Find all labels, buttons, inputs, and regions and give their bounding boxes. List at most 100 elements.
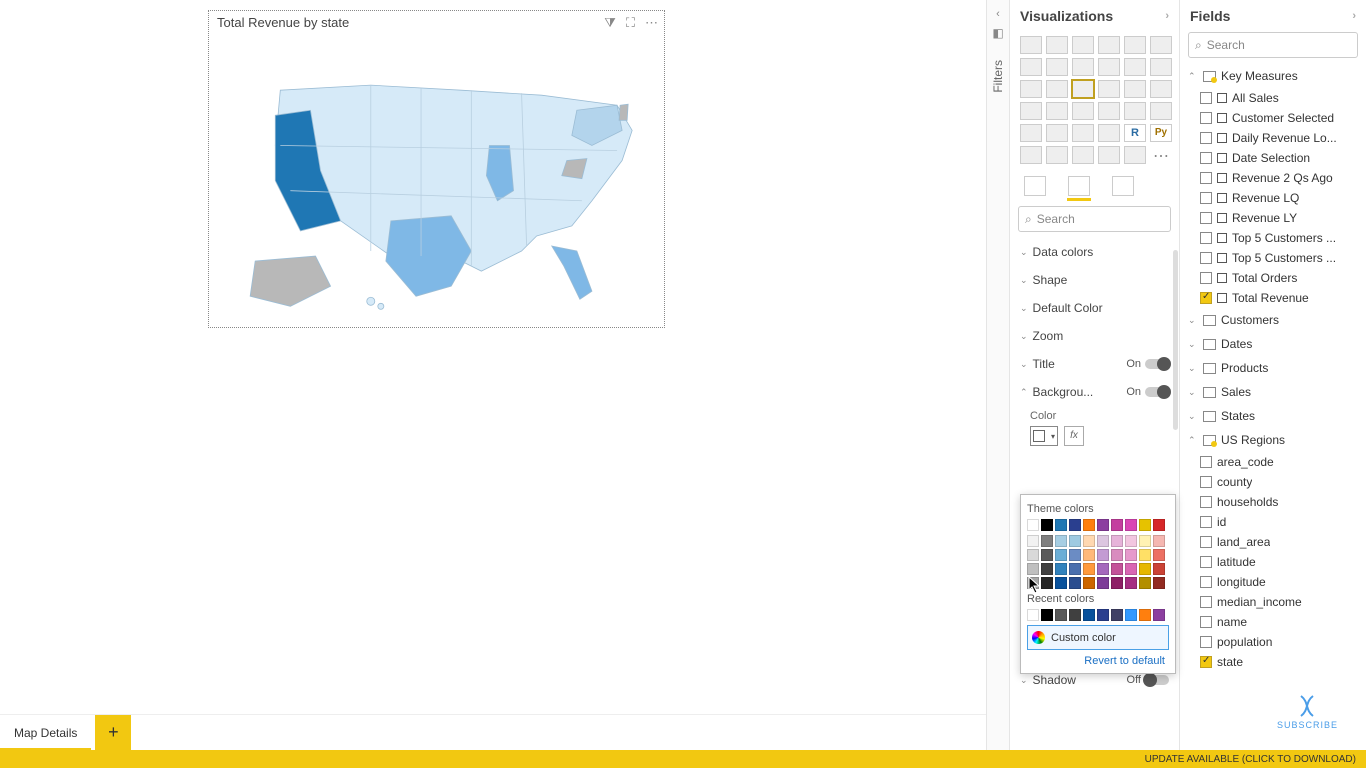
color-swatch[interactable]: [1111, 609, 1123, 621]
section-shape[interactable]: ⌄Shape: [1010, 266, 1179, 294]
analytics-tab-icon[interactable]: [1112, 176, 1134, 196]
checkbox[interactable]: [1200, 556, 1212, 568]
fields-tab-icon[interactable]: [1024, 176, 1046, 196]
chevron-left-icon[interactable]: ‹: [987, 0, 1009, 20]
color-swatch[interactable]: [1139, 563, 1151, 575]
checkbox[interactable]: [1200, 656, 1212, 668]
color-swatch[interactable]: [1153, 609, 1165, 621]
color-swatch[interactable]: [1125, 519, 1137, 531]
section-background[interactable]: ⌃Backgrou... On: [1010, 378, 1179, 406]
focus-icon[interactable]: ⛶: [626, 15, 635, 31]
format-tab-icon[interactable]: [1068, 176, 1090, 196]
color-swatch[interactable]: [1139, 549, 1151, 561]
checkbox[interactable]: [1200, 456, 1212, 468]
color-swatch[interactable]: [1027, 563, 1039, 575]
color-swatch[interactable]: [1069, 577, 1081, 589]
color-swatch[interactable]: [1097, 549, 1109, 561]
color-swatch[interactable]: [1125, 549, 1137, 561]
field-group[interactable]: ⌄Dates: [1180, 332, 1366, 356]
field-item[interactable]: id: [1200, 512, 1366, 532]
checkbox[interactable]: [1200, 112, 1212, 124]
color-swatch[interactable]: [1111, 549, 1123, 561]
color-swatch[interactable]: [1027, 549, 1039, 561]
viz-type-icon[interactable]: [1124, 80, 1146, 98]
field-item[interactable]: Date Selection: [1200, 148, 1366, 168]
field-item[interactable]: Revenue 2 Qs Ago: [1200, 168, 1366, 188]
color-swatch[interactable]: [1083, 609, 1095, 621]
color-swatch[interactable]: [1083, 563, 1095, 575]
checkbox[interactable]: [1200, 212, 1212, 224]
field-group[interactable]: ⌄States: [1180, 404, 1366, 428]
color-swatch[interactable]: [1041, 535, 1053, 547]
viz-type-icon[interactable]: [1020, 80, 1042, 98]
viz-type-icon[interactable]: [1124, 36, 1146, 54]
color-swatch[interactable]: [1097, 535, 1109, 547]
color-swatch[interactable]: [1111, 535, 1123, 547]
field-item[interactable]: land_area: [1200, 532, 1366, 552]
viz-type-icon[interactable]: [1046, 36, 1068, 54]
field-item[interactable]: population: [1200, 632, 1366, 652]
scrollbar[interactable]: [1173, 250, 1178, 430]
color-swatch[interactable]: [1069, 549, 1081, 561]
color-swatch[interactable]: [1055, 535, 1067, 547]
checkbox[interactable]: [1200, 132, 1212, 144]
report-canvas[interactable]: Total Revenue by state ⧩ ⛶ ⋯: [0, 0, 986, 768]
viz-type-icon[interactable]: [1150, 80, 1172, 98]
update-available-link[interactable]: UPDATE AVAILABLE (CLICK TO DOWNLOAD): [1145, 754, 1356, 765]
color-swatch[interactable]: [1041, 609, 1053, 621]
viz-type-icon[interactable]: [1020, 102, 1042, 120]
field-item[interactable]: county: [1200, 472, 1366, 492]
more-icon[interactable]: ⋯: [645, 15, 658, 31]
field-item[interactable]: area_code: [1200, 452, 1366, 472]
field-item[interactable]: state: [1200, 652, 1366, 672]
field-item[interactable]: Customer Selected: [1200, 108, 1366, 128]
filter-icon[interactable]: ⧩: [604, 15, 616, 31]
map-visual[interactable]: Total Revenue by state ⧩ ⛶ ⋯: [208, 10, 665, 328]
field-group[interactable]: ⌄Products: [1180, 356, 1366, 380]
viz-type-icon[interactable]: [1098, 146, 1120, 164]
color-swatch[interactable]: [1139, 519, 1151, 531]
color-swatch[interactable]: [1097, 563, 1109, 575]
checkbox[interactable]: [1200, 596, 1212, 608]
chevron-right-icon[interactable]: ›: [1352, 10, 1356, 22]
color-swatch[interactable]: [1153, 577, 1165, 589]
field-item[interactable]: Top 5 Customers ...: [1200, 248, 1366, 268]
checkbox[interactable]: [1200, 272, 1212, 284]
field-item[interactable]: households: [1200, 492, 1366, 512]
color-swatch[interactable]: [1055, 577, 1067, 589]
viz-type-icon[interactable]: [1072, 58, 1094, 76]
custom-color-button[interactable]: Custom color: [1027, 625, 1169, 650]
viz-type-icon[interactable]: [1150, 102, 1172, 120]
viz-type-icon[interactable]: ⋯: [1150, 146, 1172, 164]
color-swatch[interactable]: [1139, 577, 1151, 589]
checkbox[interactable]: [1200, 172, 1212, 184]
color-swatch[interactable]: [1083, 535, 1095, 547]
shadow-toggle[interactable]: Off: [1127, 674, 1169, 686]
field-item[interactable]: All Sales: [1200, 88, 1366, 108]
checkbox[interactable]: [1200, 516, 1212, 528]
color-swatch[interactable]: [1153, 519, 1165, 531]
filters-pane-collapsed[interactable]: ‹ ◧ Filters: [986, 0, 1010, 768]
checkbox[interactable]: [1200, 232, 1212, 244]
viz-type-icon[interactable]: [1046, 80, 1068, 98]
viz-type-icon[interactable]: [1020, 58, 1042, 76]
viz-type-icon[interactable]: [1046, 124, 1068, 142]
color-swatch[interactable]: [1125, 609, 1137, 621]
color-swatch[interactable]: [1041, 549, 1053, 561]
color-swatch[interactable]: [1153, 563, 1165, 575]
color-swatch[interactable]: [1041, 519, 1053, 531]
section-zoom[interactable]: ⌄Zoom: [1010, 322, 1179, 350]
color-swatch[interactable]: [1097, 577, 1109, 589]
viz-type-icon[interactable]: [1046, 58, 1068, 76]
checkbox[interactable]: [1200, 192, 1212, 204]
checkbox[interactable]: [1200, 476, 1212, 488]
color-swatch[interactable]: [1083, 549, 1095, 561]
field-group[interactable]: ⌄Sales: [1180, 380, 1366, 404]
viz-type-icon[interactable]: [1124, 58, 1146, 76]
color-swatch[interactable]: [1027, 577, 1039, 589]
field-item[interactable]: Revenue LY: [1200, 208, 1366, 228]
viz-type-icon[interactable]: [1098, 36, 1120, 54]
checkbox[interactable]: [1200, 292, 1212, 304]
viz-type-icon[interactable]: [1098, 80, 1120, 98]
viz-type-icon[interactable]: [1046, 102, 1068, 120]
